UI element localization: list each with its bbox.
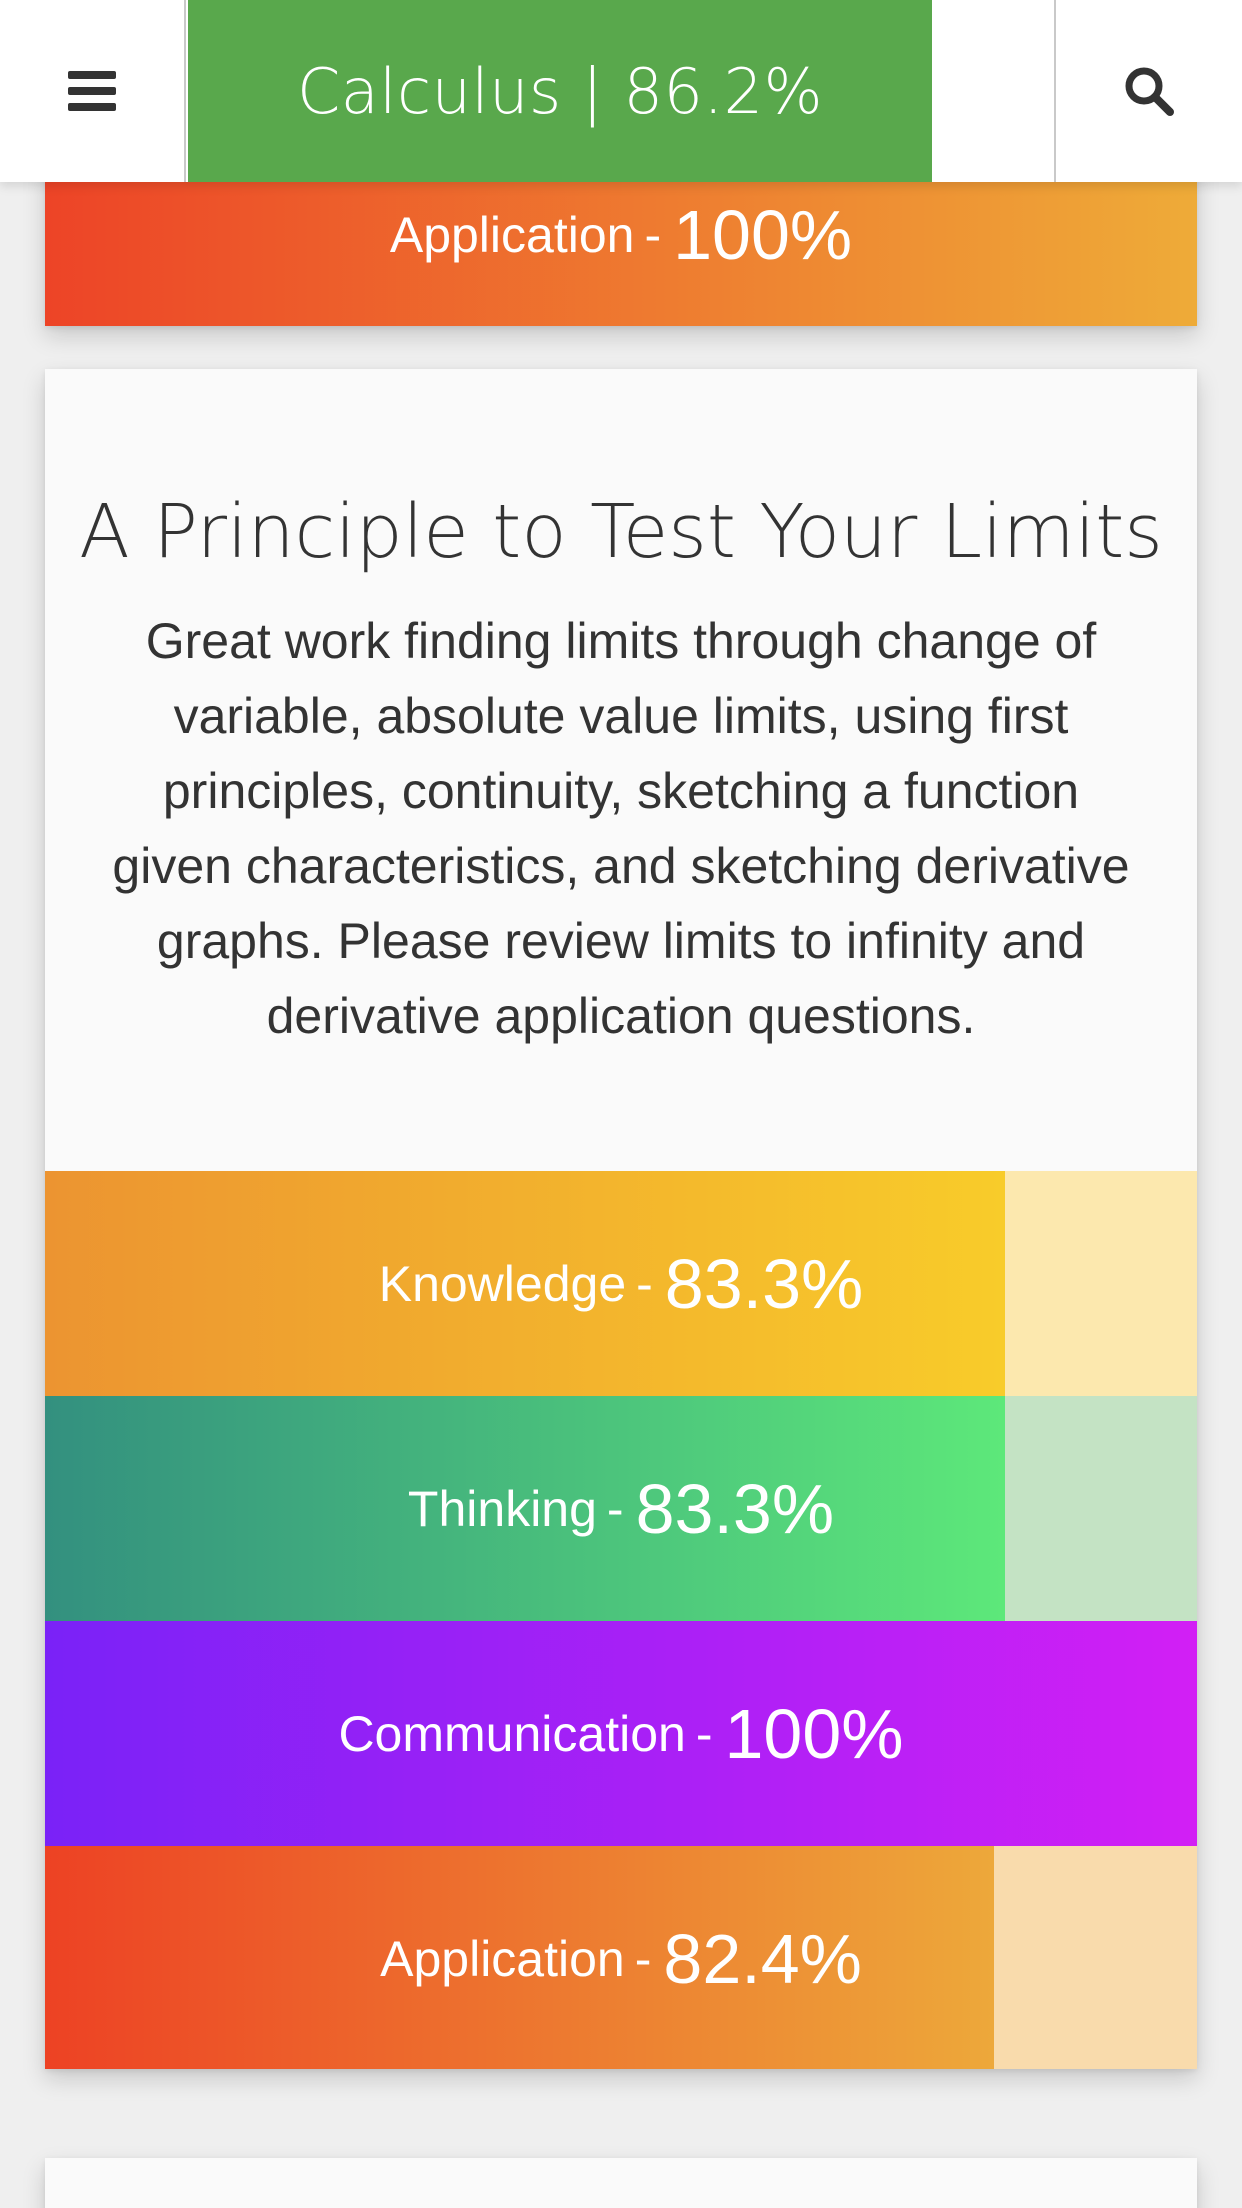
bar-name: Knowledge [378,1255,627,1312]
knowledge-bar-label: Knowledge - 83.3% [45,1171,1197,1396]
bar-name: Application [389,207,635,263]
bar-separator: - [634,1930,652,1987]
communication-bar: Communication - 100% [45,1621,1197,1846]
bar-name: Application [380,1930,625,1987]
search-icon [1125,67,1174,116]
bar-value: 83.3% [664,1244,864,1323]
bar-value: 100% [724,1694,904,1773]
application-bar-label: Application - 100% [45,180,1197,290]
thinking-bar-label: Thinking - 83.3% [45,1396,1197,1621]
menu-icon [68,71,116,111]
bar-separator: - [644,207,662,263]
course-title-box[interactable]: Calculus | 86.2% [188,0,932,182]
application-bar-label: Application - 82.4% [45,1846,1197,2069]
bar-separator: - [695,1705,713,1762]
top-app-bar: Calculus | 86.2% [0,0,1242,182]
card-title: A Principle to Test Your Limits [79,489,1163,575]
menu-button[interactable] [0,0,186,182]
knowledge-bar: Knowledge - 83.3% [45,1171,1197,1396]
application-bar: Application - 82.4% [45,1846,1197,2069]
bar-separator: - [606,1480,624,1537]
bar-value: 82.4% [663,1919,862,1998]
bar-name: Thinking [407,1480,597,1537]
communication-bar-label: Communication - 100% [45,1621,1197,1846]
bar-separator: - [636,1255,653,1312]
page: Application - 100% A Principle to Test Y… [0,0,1242,2208]
unit-summary-card[interactable]: A Principle to Test Your Limits Great wo… [45,369,1197,2069]
bar-value: 83.3% [635,1469,835,1548]
course-title: Calculus | 86.2% [297,54,823,128]
search-button[interactable] [1054,0,1242,182]
thinking-bar: Thinking - 83.3% [45,1396,1197,1621]
card-description: Great work finding limits through change… [112,613,1130,1044]
bar-name: Communication [338,1705,686,1762]
next-course-card[interactable] [45,2158,1197,2208]
bar-value: 100% [673,196,853,274]
